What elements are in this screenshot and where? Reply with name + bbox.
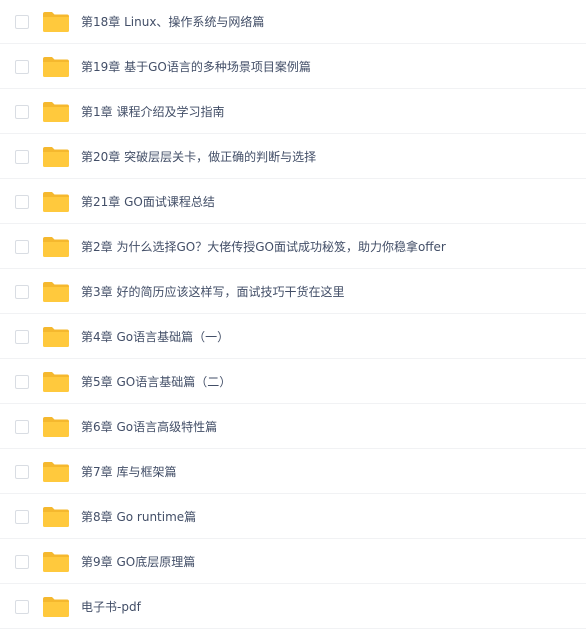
file-row[interactable]: 第9章 GO底层原理篇 [0, 540, 586, 584]
row-checkbox[interactable] [15, 15, 29, 29]
file-row[interactable]: 第20章 突破层层关卡，做正确的判断与选择 [0, 135, 586, 179]
folder-icon [42, 191, 70, 213]
folder-icon [42, 146, 70, 168]
folder-icon [42, 11, 70, 33]
file-row[interactable]: 第19章 基于GO语言的多种场景项目案例篇 [0, 45, 586, 89]
row-checkbox[interactable] [15, 60, 29, 74]
file-name[interactable]: 第7章 库与框架篇 [81, 465, 176, 479]
file-row[interactable]: 第8章 Go runtime篇 [0, 495, 586, 539]
file-row[interactable]: 第1章 课程介绍及学习指南 [0, 90, 586, 134]
folder-icon [42, 506, 70, 528]
file-name[interactable]: 第1章 课程介绍及学习指南 [81, 105, 224, 119]
file-row[interactable]: 第4章 Go语言基础篇（一） [0, 315, 586, 359]
row-checkbox[interactable] [15, 375, 29, 389]
file-name[interactable]: 第8章 Go runtime篇 [81, 510, 196, 524]
row-checkbox[interactable] [15, 465, 29, 479]
file-name[interactable]: 第9章 GO底层原理篇 [81, 555, 195, 569]
row-checkbox[interactable] [15, 510, 29, 524]
file-name[interactable]: 第20章 突破层层关卡，做正确的判断与选择 [81, 150, 316, 164]
row-checkbox[interactable] [15, 330, 29, 344]
file-name[interactable]: 第5章 GO语言基础篇（二） [81, 375, 231, 389]
folder-icon [42, 281, 70, 303]
file-row[interactable]: 电子书-pdf [0, 585, 586, 629]
folder-icon [42, 371, 70, 393]
file-list: 第18章 Linux、操作系统与网络篇第19章 基于GO语言的多种场景项目案例篇… [0, 0, 586, 629]
folder-icon [42, 596, 70, 618]
file-row[interactable]: 第18章 Linux、操作系统与网络篇 [0, 0, 586, 44]
row-checkbox[interactable] [15, 285, 29, 299]
folder-icon [42, 461, 70, 483]
file-name[interactable]: 第18章 Linux、操作系统与网络篇 [81, 15, 264, 29]
file-name[interactable]: 第6章 Go语言高级特性篇 [81, 420, 217, 434]
row-checkbox[interactable] [15, 555, 29, 569]
file-row[interactable]: 第7章 库与框架篇 [0, 450, 586, 494]
row-checkbox[interactable] [15, 105, 29, 119]
folder-icon [42, 101, 70, 123]
file-row[interactable]: 第2章 为什么选择GO？大佬传授GO面试成功秘笈，助力你稳拿offer [0, 225, 586, 269]
file-row[interactable]: 第5章 GO语言基础篇（二） [0, 360, 586, 404]
row-checkbox[interactable] [15, 195, 29, 209]
folder-icon [42, 326, 70, 348]
file-name[interactable]: 第19章 基于GO语言的多种场景项目案例篇 [81, 60, 311, 74]
row-checkbox[interactable] [15, 420, 29, 434]
file-row[interactable]: 第21章 GO面试课程总结 [0, 180, 586, 224]
file-name[interactable]: 第21章 GO面试课程总结 [81, 195, 215, 209]
row-checkbox[interactable] [15, 600, 29, 614]
folder-icon [42, 416, 70, 438]
file-name[interactable]: 第3章 好的简历应该这样写，面试技巧干货在这里 [81, 285, 344, 299]
row-checkbox[interactable] [15, 240, 29, 254]
folder-icon [42, 551, 70, 573]
file-name[interactable]: 第2章 为什么选择GO？大佬传授GO面试成功秘笈，助力你稳拿offer [81, 240, 446, 254]
row-checkbox[interactable] [15, 150, 29, 164]
file-name[interactable]: 第4章 Go语言基础篇（一） [81, 330, 229, 344]
folder-icon [42, 236, 70, 258]
file-name[interactable]: 电子书-pdf [81, 600, 141, 614]
folder-icon [42, 56, 70, 78]
file-row[interactable]: 第3章 好的简历应该这样写，面试技巧干货在这里 [0, 270, 586, 314]
file-row[interactable]: 第6章 Go语言高级特性篇 [0, 405, 586, 449]
